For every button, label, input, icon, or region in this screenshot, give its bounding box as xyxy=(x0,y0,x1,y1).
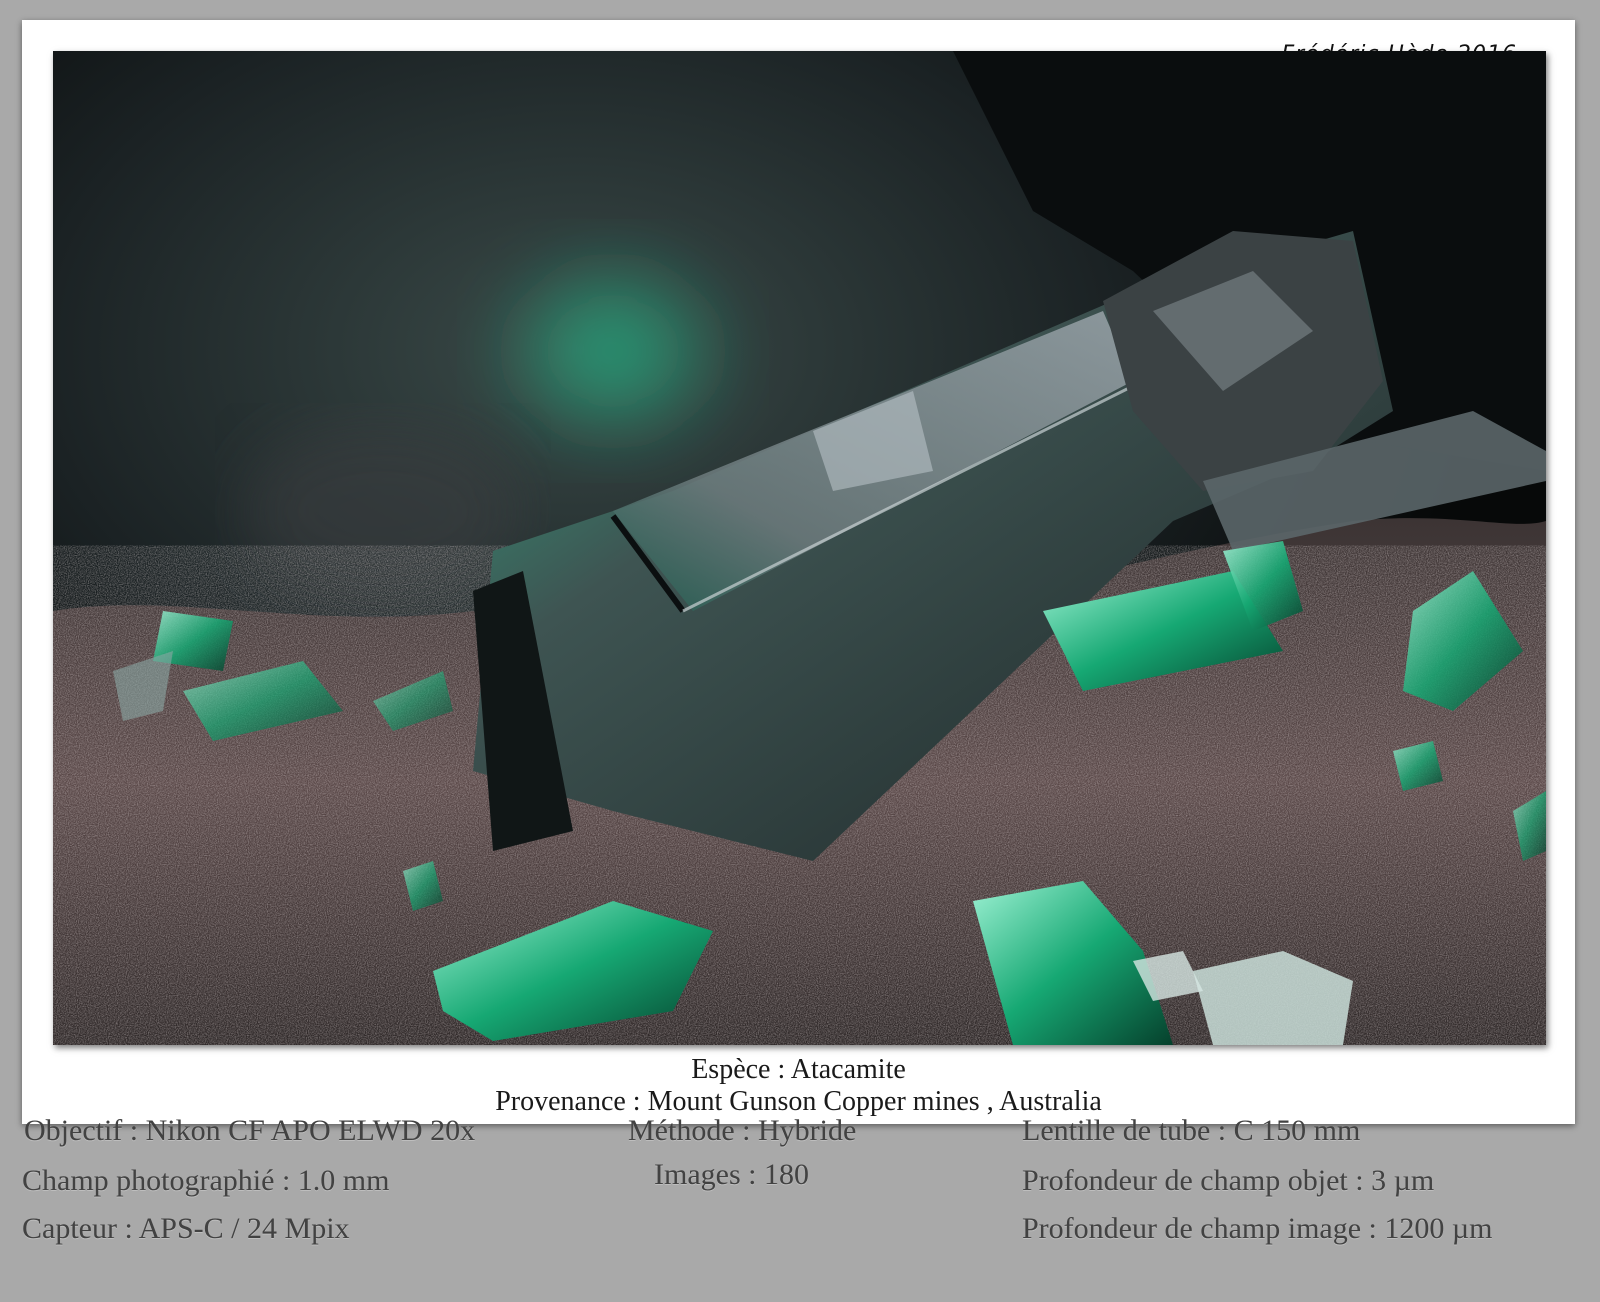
spec-method: Méthode : Hybride xyxy=(628,1114,857,1147)
species-caption: Espèce : Atacamite xyxy=(691,1054,906,1085)
spec-tube-lens: Lentille de tube : C 150 mm xyxy=(1022,1114,1361,1147)
atacamite-crystal-image xyxy=(53,51,1546,1045)
spec-object-dof: Profondeur de champ objet : 3 µm xyxy=(1022,1164,1435,1197)
spec-images: Images : 180 xyxy=(654,1158,809,1191)
mineral-photograph xyxy=(53,51,1546,1045)
spec-objective: Objectif : Nikon CF APO ELWD 20x xyxy=(24,1114,476,1147)
spec-field: Champ photographié : 1.0 mm xyxy=(22,1164,390,1197)
spec-sensor: Capteur : APS-C / 24 Mpix xyxy=(22,1212,350,1245)
photo-card: Frédéric Hède 2016 xyxy=(22,20,1575,1124)
spec-image-dof: Profondeur de champ image : 1200 µm xyxy=(1022,1212,1493,1245)
